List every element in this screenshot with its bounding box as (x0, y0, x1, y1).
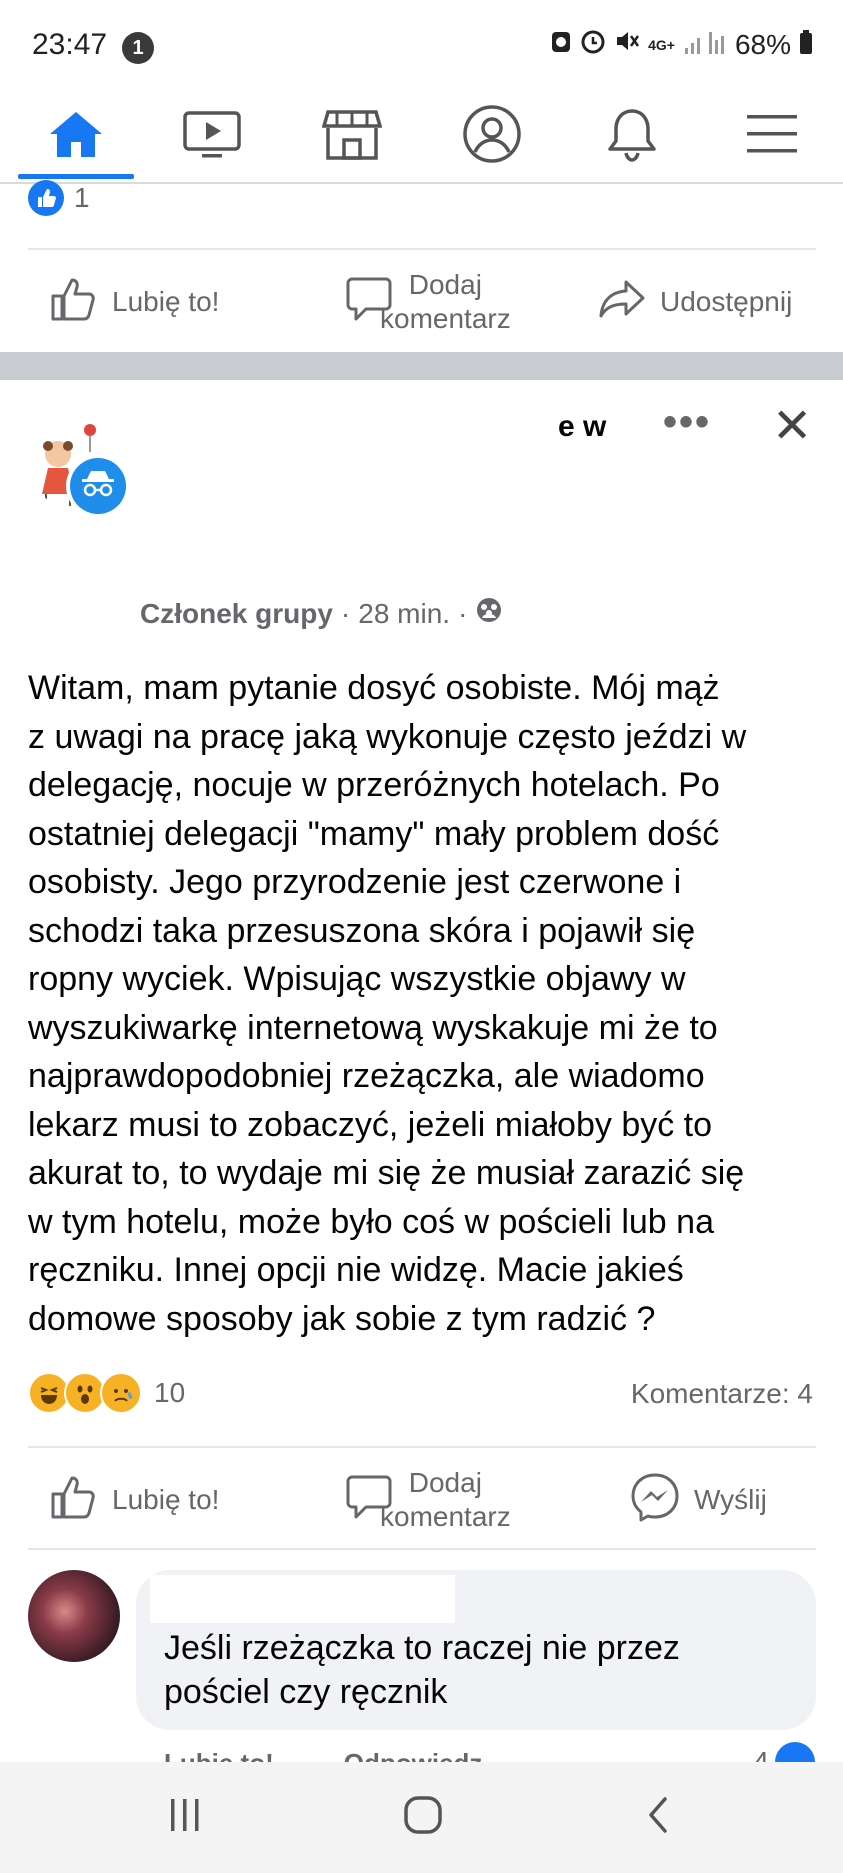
sad-reaction-icon (100, 1372, 142, 1414)
signal-icon (683, 29, 727, 61)
prev-like-button[interactable]: Lubię to! (50, 272, 219, 332)
comment-label-line1: Dodaj (408, 269, 482, 300)
post-line: w tym hotelu, może było coś w pościeli l… (28, 1202, 714, 1241)
home-button[interactable] (398, 1792, 448, 1842)
comment-label-line1: Dodaj (408, 1467, 482, 1498)
send-button[interactable]: Wyślij (630, 1470, 767, 1530)
back-arrow-icon (645, 1795, 671, 1840)
author-role: Członek grupy (140, 597, 333, 629)
nav-marketplace[interactable] (282, 92, 422, 180)
thumbs-up-icon (50, 276, 98, 329)
post-line: akurat to, to wydaje mi się że musiał za… (28, 1154, 745, 1192)
home-icon (47, 109, 105, 164)
network-type: 4G+ (648, 36, 675, 53)
post-line: lekarz musi to zobaczyć, jeżeli miałoby … (28, 1105, 713, 1144)
nav-profile[interactable] (422, 92, 562, 180)
post-line: osobisty. Jego przyrodzenie jest czerwon… (28, 863, 682, 901)
post-meta: Członek grupy · 28 min. · (140, 596, 503, 631)
status-time: 23:47 (32, 28, 108, 61)
post-line: schodzi taka przesuszona skóra i pojawił… (28, 911, 696, 950)
like-label: Lubię to! (112, 1484, 220, 1515)
post-line: ostatniej delegacji "mamy" mały problem … (28, 814, 720, 853)
divider (28, 1548, 816, 1550)
battery-icon (799, 29, 813, 61)
comment-line: pościel czy ręcznik (164, 1673, 448, 1711)
thumbs-up-icon (50, 1474, 98, 1527)
status-icons: 4G+ 68% (550, 28, 813, 61)
recycle-icon (550, 28, 572, 61)
post-title-fragment[interactable]: e w (558, 410, 606, 444)
like-label: Lubię to! (112, 286, 220, 317)
nav-notifications[interactable] (562, 92, 702, 180)
nav-home[interactable] (6, 92, 146, 180)
send-label: Wyślij (694, 1484, 767, 1515)
prev-like-count: 1 (74, 182, 90, 213)
group-privacy-icon (475, 596, 503, 631)
comment-label-line2: komentarz (380, 1501, 511, 1532)
comment-button[interactable]: Dodaj komentarz (346, 1460, 511, 1540)
like-button[interactable]: Lubię to! (50, 1470, 219, 1530)
post-line: ropny wyciek. Wpisując wszystkie objawy … (28, 960, 686, 998)
anonymous-badge (66, 454, 130, 518)
post-line: ręczniku. Innej opcji nie widzę. Macie j… (28, 1251, 684, 1289)
menu-icon (745, 111, 799, 162)
post-time[interactable]: 28 min. (358, 598, 450, 630)
alarm-icon (580, 28, 606, 61)
notification-count-badge: 1 (122, 32, 154, 64)
recent-apps-button[interactable] (160, 1792, 210, 1842)
comment-line: Jeśli rzeżączka to raczej nie przez (164, 1629, 680, 1667)
post-line: delegację, nocuje w przeróżnych hotelach… (28, 766, 720, 804)
messenger-icon (630, 1472, 680, 1529)
post-line: domowe sposoby jak sobie z tym radzić ? (28, 1299, 656, 1338)
comment-label-line2: komentarz (380, 303, 511, 334)
video-icon (182, 108, 242, 165)
status-bar: 23:47 1 4G+ 68% (0, 0, 843, 92)
home-circle-icon (402, 1794, 444, 1841)
prev-comment-button[interactable]: Dodaj komentarz (346, 262, 511, 342)
top-navigation (0, 92, 843, 184)
mute-icon (614, 28, 640, 61)
bell-icon (604, 105, 660, 168)
share-button[interactable]: Udostępnij (598, 272, 792, 332)
comments-count[interactable]: Komentarze: 4 (631, 1378, 813, 1410)
divider (28, 248, 816, 250)
commenter-avatar[interactable] (28, 1570, 120, 1662)
profile-icon (462, 104, 522, 169)
active-tab-indicator (18, 174, 134, 179)
meta-separator: · (340, 597, 351, 629)
like-reaction-icon (28, 180, 64, 216)
battery-level: 68% (734, 28, 791, 60)
close-icon[interactable]: ✕ (772, 398, 812, 454)
divider (28, 1446, 816, 1448)
reactions-summary[interactable]: 10 (28, 1372, 185, 1414)
reaction-count: 10 (154, 1377, 186, 1408)
redacted-commenter-name (150, 1575, 455, 1623)
feed-separator (0, 352, 843, 380)
anonymous-icon (79, 469, 117, 504)
back-button[interactable] (638, 1792, 678, 1842)
post-line: z uwagi na pracę jaką wykonuje często je… (28, 717, 747, 756)
more-options-button[interactable]: ••• (663, 400, 711, 445)
nav-menu[interactable] (702, 92, 842, 180)
redacted-author (140, 400, 550, 550)
marketplace-icon (321, 106, 383, 167)
post-line: Witam, mam pytanie dosyć osobiste. Mój m… (28, 669, 720, 707)
post-body: Witam, mam pytanie dosyć osobiste. Mój m… (28, 664, 828, 1343)
post-line: wyszukiwarkę internetową wyskakuje mi że… (28, 1008, 718, 1047)
meta-separator-2: · (458, 597, 468, 629)
share-icon (598, 278, 646, 327)
comment-text: Jeśli rzeżączka to raczej nie przez pośc… (164, 1626, 784, 1714)
share-label: Udostępnij (660, 286, 793, 317)
nav-watch[interactable] (142, 92, 282, 180)
post-line: najprawdopodobniej rzeżączka, ale wiadom… (28, 1057, 705, 1095)
recent-apps-icon (165, 1797, 205, 1838)
